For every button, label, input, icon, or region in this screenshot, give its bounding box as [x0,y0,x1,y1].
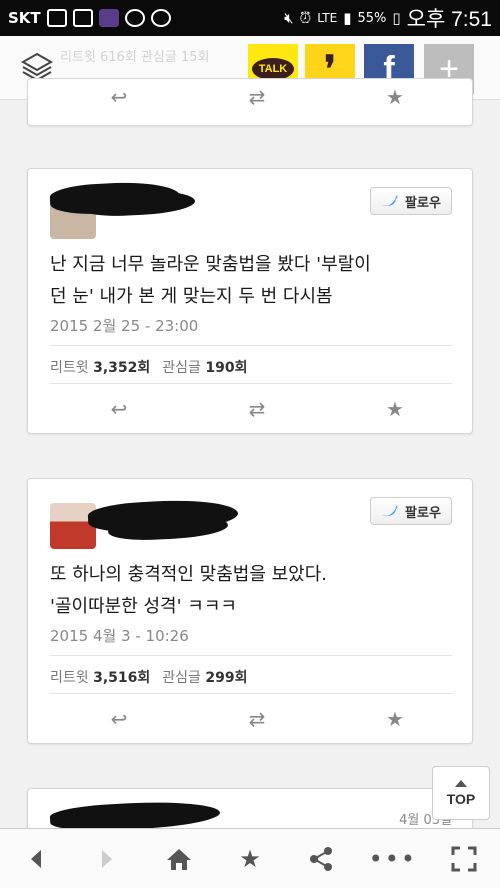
clock: 오후 7:51 [406,8,492,31]
tweet-stats: 리트윗 3,516회 관심글 299회 [50,667,247,687]
browser-bottom-bar: ★ ••• [0,828,500,888]
twitter-bird-icon [382,195,399,206]
divider [50,345,452,346]
scrolled-stats-text: 리트윗 616회 관심글 15회 [60,50,210,65]
reply-icon[interactable]: ↩ [106,397,132,421]
tweet-card: 팔로우 난 지금 너무 놀라운 맞춤법을 봤다 '부랄이 던 눈' 내가 본 게… [27,168,473,434]
divider [50,693,452,694]
battery-icon: ▯ [392,9,401,27]
twitter-bird-icon [382,505,399,516]
divider [50,655,452,656]
tweet-timestamp: 2015 2월 25 - 23:00 [50,317,199,335]
share-button[interactable] [301,839,341,879]
retweet-icon[interactable]: ⇄ [244,85,270,109]
retweet-label: 리트윗 [50,670,89,686]
tweet-text-line: 난 지금 너무 놀라운 맞춤법을 봤다 '부랄이 [50,254,371,275]
favorite-icon[interactable]: ★ [382,397,408,421]
favorite-label: 관심글 [162,360,201,376]
favorite-icon[interactable]: ★ [382,707,408,731]
reply-icon[interactable]: ↩ [106,707,132,731]
chevron-right-icon [102,849,113,868]
tweet-text: 또 하나의 충격적인 맞춤법을 보았다. '골이따분한 성격' ㅋㅋㅋ [50,559,460,623]
home-icon [166,848,191,870]
follow-label: 팔로우 [405,195,441,211]
retweet-stat: 리트윗 3,516회 [50,667,150,687]
home-button[interactable] [159,839,199,879]
tweet-text-line: 던 눈' 내가 본 게 맞는지 두 번 다시봄 [50,286,333,307]
tweet-stats: 리트윗 3,352회 관심글 190회 [50,357,247,377]
signal-icon: ▮ [343,9,352,27]
mail-icon [46,9,67,27]
game-icon [98,9,119,27]
alarm-icon: ⏰︎ [299,9,312,27]
network-label: LTE [317,11,338,25]
tweet-text-line: '골이따분한 성격' ㅋㅋㅋ [50,596,237,617]
forward-button[interactable] [87,839,127,879]
status-bar: SKT 🔇︎ ⏰︎ LTE ▮ 55% ▯ 오후 7:51 [0,0,500,36]
arrow-up-icon [455,779,467,787]
favorite-stat: 관심글 299회 [162,667,247,687]
tweet-timestamp: 2015 4월 3 - 10:26 [50,627,189,645]
tweet-text: 난 지금 너무 놀라운 맞춤법을 봤다 '부랄이 던 눈' 내가 본 게 맞는지… [50,249,460,313]
top-label: TOP [446,790,476,807]
divider [50,383,452,384]
avatar[interactable] [50,503,96,549]
hand-icon [124,9,145,27]
retweet-stat: 리트윗 3,352회 [50,357,150,377]
favorite-icon[interactable]: ★ [382,85,408,109]
reply-icon[interactable]: ↩ [106,85,132,109]
retweet-count: 3,352회 [93,360,151,376]
tweet-card: 팔로우 또 하나의 충격적인 맞춤법을 보았다. '골이따분한 성격' ㅋㅋㅋ … [27,478,473,744]
bookmark-button[interactable]: ★ [230,839,270,879]
star-icon: ★ [239,844,261,873]
favorite-count: 190회 [205,360,248,376]
kakaotalk-label: TALK [251,58,295,80]
favorite-label: 관심글 [162,670,201,686]
fullscreen-button[interactable] [444,839,484,879]
battery-level: 55% [357,10,387,26]
back-button[interactable] [16,839,56,879]
retweet-count: 3,516회 [93,670,151,686]
share-icon [310,846,333,871]
favorite-count: 299회 [205,670,248,686]
tweet-card-previous: ↩ ⇄ ★ [27,78,473,126]
fullscreen-icon [451,846,477,871]
follow-button[interactable]: 팔로우 [370,497,452,525]
favorite-stat: 관심글 190회 [162,357,247,377]
carrier-label: SKT [8,9,41,27]
gallery-icon [72,9,93,27]
talk-notification-icon [150,9,171,27]
more-icon: ••• [368,844,418,873]
follow-label: 팔로우 [405,505,441,521]
retweet-icon[interactable]: ⇄ [244,397,270,421]
scroll-to-top-button[interactable]: TOP [432,766,490,820]
retweet-icon[interactable]: ⇄ [244,707,270,731]
more-button[interactable]: ••• [369,839,415,879]
follow-button[interactable]: 팔로우 [370,187,452,215]
mute-icon: 🔇︎ [284,9,294,27]
tweet-text-line: 또 하나의 충격적인 맞춤법을 보았다. [50,564,328,585]
chevron-left-icon [30,849,41,868]
retweet-label: 리트윗 [50,360,89,376]
